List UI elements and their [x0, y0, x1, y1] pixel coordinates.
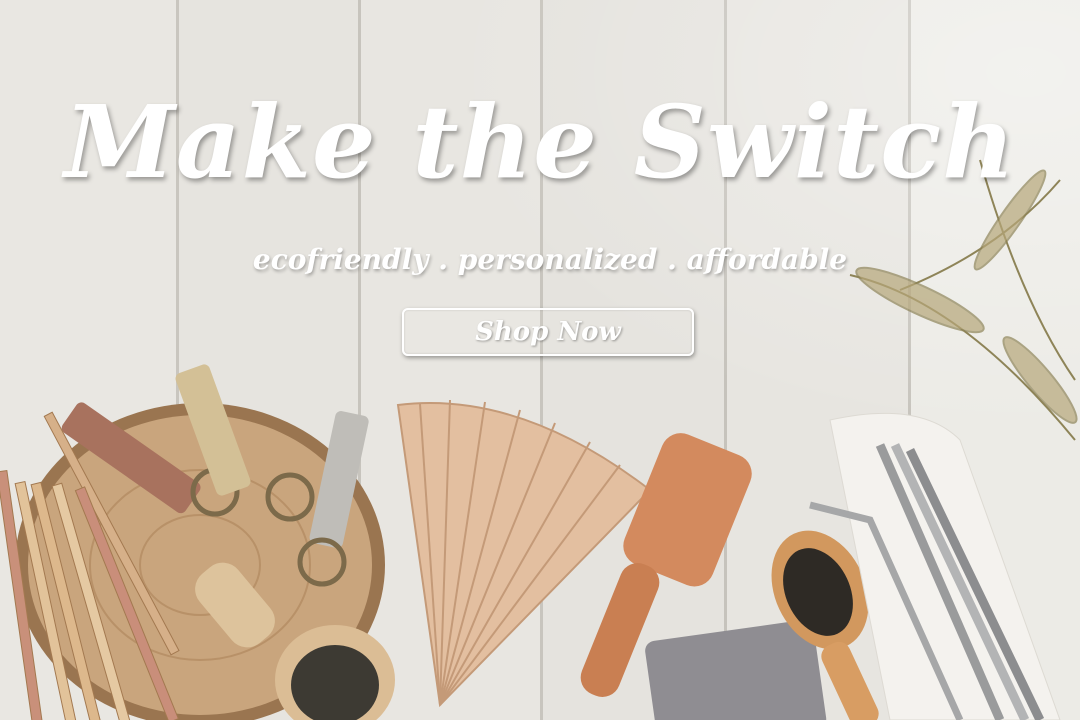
hero-title: Make the Switch [64, 83, 1016, 201]
hero-banner: Make the Switch ecofriendly . personaliz… [0, 0, 1080, 720]
hero-tagline: ecofriendly . personalized . affordable [252, 243, 848, 276]
dried-grass-decoration [849, 159, 1078, 441]
shop-now-button[interactable]: Shop Now [402, 308, 694, 356]
